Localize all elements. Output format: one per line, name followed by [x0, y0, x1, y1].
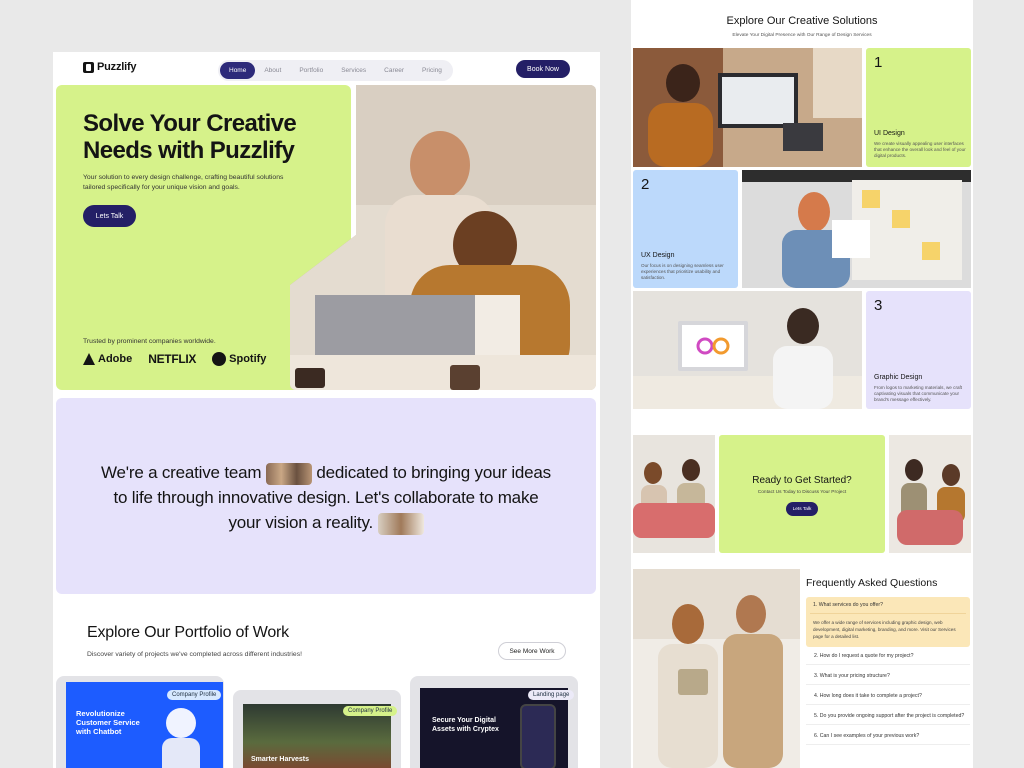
- robot-illustration: [166, 708, 196, 738]
- tag-landing-page: Landing page: [528, 690, 575, 700]
- solutions-title: Explore Our Creative Solutions: [726, 15, 878, 27]
- ui-design-title: UI Design: [874, 130, 905, 137]
- faq-item-6[interactable]: 6. Can I see examples of your previous w…: [806, 728, 970, 745]
- phone-mockup: [520, 704, 556, 768]
- hero-title: Solve Your Creative Needs with Puzzlify: [83, 110, 297, 164]
- adobe-icon: [83, 353, 95, 365]
- cta-lets-talk-button[interactable]: Lets Talk: [786, 502, 818, 516]
- tag-company-profile-1: Company Profile: [167, 690, 222, 700]
- graphic-design-number: 3: [874, 297, 883, 314]
- brand-name: Puzzlify: [97, 61, 137, 73]
- cta-subtitle: Contact Us Today to Discuss Your Project: [757, 490, 847, 495]
- cryptex-heading: Secure Your Digital Assets with Cryptex: [432, 717, 499, 733]
- workspace-photo-inline: [377, 512, 424, 535]
- tag-company-profile-2: Company Profile: [343, 706, 398, 716]
- portfolio-subtitle: Discover variety of projects we've compl…: [87, 651, 302, 658]
- team-photo-inline: [265, 462, 312, 485]
- ux-design-desc: Our focus is on designing seamless user …: [641, 263, 724, 281]
- company-logos: Adobe NETFLIX Spotify: [83, 352, 266, 366]
- trusted-text: Trusted by prominent companies worldwide…: [83, 338, 216, 345]
- spotify-icon: [212, 352, 227, 366]
- nav-home[interactable]: Home: [220, 62, 256, 79]
- faq-photo: [633, 569, 800, 768]
- faq-divider-1: [810, 613, 966, 614]
- nav-about[interactable]: About: [255, 62, 290, 79]
- book-now-button[interactable]: Book Now: [516, 60, 570, 78]
- cryptex-preview: Secure Your Digital Assets with Cryptex: [420, 688, 568, 768]
- cta-photo-left: [633, 435, 715, 553]
- faq-item-3[interactable]: 3. What is your pricing structure?: [806, 668, 970, 685]
- nav-pricing[interactable]: Pricing: [413, 62, 451, 79]
- main-nav: Home About Portfolio Services Career Pri…: [218, 60, 453, 81]
- adobe-logo: Adobe: [83, 353, 132, 365]
- faq-title: Frequently Asked Questions: [806, 577, 938, 589]
- spotify-logo: Spotify: [212, 352, 266, 366]
- graphic-design-desc: From logos to marketing materials, we cr…: [874, 385, 963, 403]
- cta-photo-right: [889, 435, 971, 553]
- ui-design-photo: [633, 48, 862, 167]
- faq-answer-1: We offer a wide range of services includ…: [813, 620, 956, 639]
- puzzle-logo-icon: [83, 61, 94, 73]
- faq-item-5[interactable]: 5. Do you provide ongoing support after …: [806, 708, 970, 725]
- portfolio-card-harvest[interactable]: Smarter Harvests: [233, 690, 401, 768]
- see-more-work-button[interactable]: See More Work: [498, 642, 566, 660]
- portfolio-title: Explore Our Portfolio of Work: [87, 624, 289, 641]
- hero-subtitle: Your solution to every design challenge,…: [83, 174, 284, 191]
- ux-design-number: 2: [641, 176, 650, 193]
- ux-design-title: UX Design: [641, 252, 675, 259]
- faq-item-2[interactable]: 2. How do I request a quote for my proje…: [806, 648, 970, 665]
- ux-design-photo: [742, 170, 971, 288]
- about-text: We're a creative team dedicated to bring…: [56, 460, 596, 535]
- cta-title: Ready to Get Started?: [752, 475, 852, 486]
- faq-item-4[interactable]: 4. How long does it take to complete a p…: [806, 688, 970, 705]
- nav-portfolio[interactable]: Portfolio: [290, 62, 332, 79]
- brand-logo[interactable]: Puzzlify: [83, 61, 137, 73]
- hero-lets-talk-button[interactable]: Lets Talk: [83, 205, 136, 227]
- ui-design-desc: We create visually appealing user interf…: [874, 141, 966, 159]
- graphic-design-title: Graphic Design: [874, 374, 923, 381]
- ui-design-number: 1: [874, 54, 883, 71]
- graphic-design-photo: [633, 291, 862, 409]
- chatbot-heading: Revolutionize Customer Service with Chat…: [76, 709, 140, 736]
- faq-question-1: 1. What services do you offer?: [813, 602, 883, 608]
- nav-career[interactable]: Career: [375, 62, 413, 79]
- nav-services[interactable]: Services: [332, 62, 375, 79]
- solutions-subtitle: Elevate Your Digital Presence with Our R…: [732, 33, 872, 38]
- netflix-logo: NETFLIX: [148, 352, 197, 366]
